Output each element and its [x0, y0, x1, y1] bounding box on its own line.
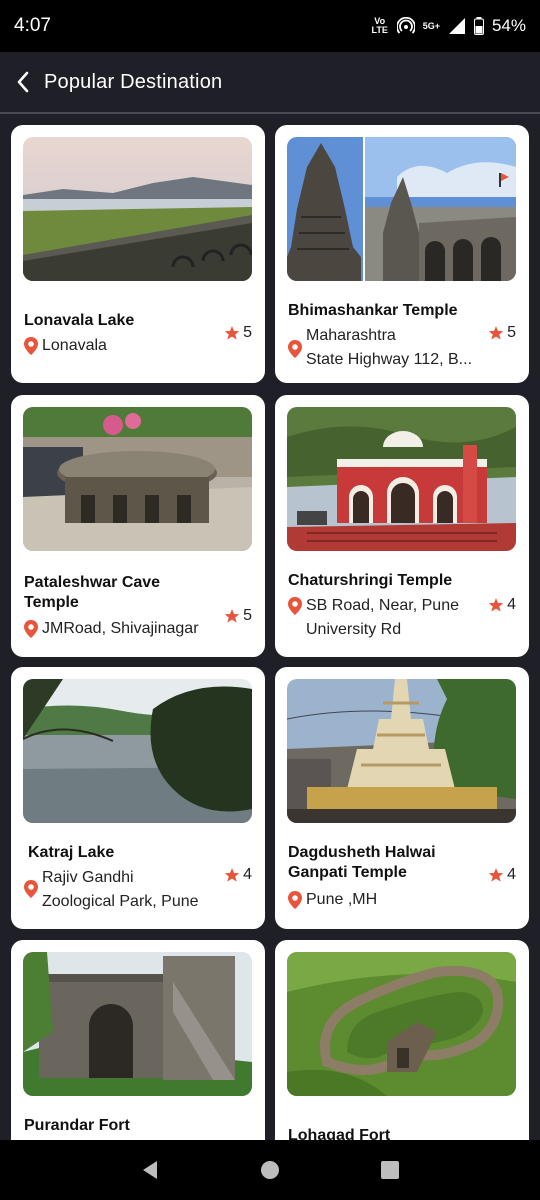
- destination-name: Lonavala Lake: [24, 312, 135, 329]
- chevron-left-icon: [17, 71, 29, 93]
- destination-name: Chaturshringi Temple: [288, 572, 453, 589]
- rating-value: 4: [243, 866, 252, 883]
- destination-name: Lohagad Fort: [288, 1127, 391, 1140]
- location-text: JMRoad, Shivajinagar: [42, 620, 199, 637]
- destination-location: SB Road, Near, Pune University Rd: [288, 594, 478, 642]
- hotspot-icon: [396, 17, 415, 34]
- location-text: Pune ,MH: [306, 891, 378, 908]
- rating-value: 5: [243, 607, 252, 624]
- destination-image: [287, 952, 516, 1096]
- location-pin-icon: [24, 620, 38, 638]
- location-pin-icon: [288, 340, 302, 358]
- star-icon: [224, 609, 240, 623]
- destination-name: Katraj Lake: [28, 844, 115, 861]
- destination-location: Rajiv Gandhi Zoological Park, Pune: [24, 866, 214, 914]
- rating: 5: [224, 607, 252, 625]
- star-icon: [488, 868, 504, 882]
- nav-recents-icon[interactable]: [379, 1159, 401, 1181]
- battery-percent: 54%: [491, 16, 526, 35]
- destination-image: [23, 137, 252, 281]
- location-text: Rajiv Gandhi Zoological Park, Pune: [42, 869, 199, 910]
- destination-name: Bhimashankar Temple: [288, 302, 458, 319]
- destination-image: [23, 952, 252, 1096]
- battery-icon: [473, 17, 484, 35]
- rating-value: 5: [243, 324, 252, 341]
- location-pin-icon: [288, 891, 302, 909]
- network-type: 5G+: [422, 20, 440, 31]
- destination-card[interactable]: Chaturshringi Temple SB Road, Near, Pune…: [275, 395, 529, 657]
- page-title: Popular Destination: [44, 70, 223, 93]
- rating: 4: [488, 596, 516, 614]
- rating-value: 4: [507, 596, 516, 613]
- destination-location: Maharashtra State Highway 112, B...: [288, 324, 478, 372]
- nav-back-icon[interactable]: [139, 1159, 161, 1181]
- destination-image: [287, 679, 516, 823]
- rating: 4: [224, 866, 252, 884]
- rating-value: 4: [507, 866, 516, 883]
- location-pin-icon: [24, 337, 38, 355]
- rating: 4: [488, 866, 516, 884]
- back-button[interactable]: [10, 68, 36, 96]
- location-text: SB Road, Near, Pune University Rd: [306, 597, 459, 638]
- destination-grid[interactable]: Lonavala Lake Lonavala 5 Bhimashankar Te…: [0, 114, 540, 1140]
- status-bar: 4:07 Vo LTE 5G+ 54%: [0, 0, 540, 52]
- destination-image: [287, 407, 516, 551]
- star-icon: [224, 326, 240, 340]
- destination-card[interactable]: Pataleshwar Cave Temple JMRoad, Shivajin…: [11, 395, 265, 657]
- status-time: 4:07: [14, 15, 51, 36]
- destination-name: Purandar Fort: [24, 1117, 130, 1134]
- destination-location: Pune ,MH: [288, 888, 478, 912]
- star-icon: [488, 326, 504, 340]
- destination-card[interactable]: Katraj Lake Rajiv Gandhi Zoological Park…: [11, 667, 265, 929]
- star-icon: [488, 598, 504, 612]
- app-bar: Popular Destination: [0, 52, 540, 112]
- destination-card[interactable]: Bhimashankar Temple Maharashtra State Hi…: [275, 125, 529, 383]
- destination-location: Lonavala: [24, 334, 214, 358]
- destination-image: [23, 679, 252, 823]
- destination-name: Pataleshwar Cave Temple: [24, 574, 161, 611]
- destination-card[interactable]: Purandar Fort: [11, 940, 265, 1140]
- location-text: Lonavala: [42, 337, 107, 354]
- star-icon: [224, 868, 240, 882]
- destination-location: JMRoad, Shivajinagar: [24, 617, 214, 641]
- rating: 5: [224, 324, 252, 342]
- destination-card[interactable]: Dagdusheth Halwai Ganpati Temple Pune ,M…: [275, 667, 529, 929]
- status-icons: Vo LTE 5G+ 54%: [371, 16, 526, 36]
- rating-value: 5: [507, 324, 516, 341]
- system-nav-bar: [0, 1140, 540, 1200]
- nav-home-icon[interactable]: [259, 1159, 281, 1181]
- volte-indicator: Vo LTE: [371, 16, 388, 35]
- destination-name: Dagdusheth Halwai Ganpati Temple: [288, 844, 436, 881]
- destination-card[interactable]: Lonavala Lake Lonavala 5: [11, 125, 265, 383]
- rating: 5: [488, 324, 516, 342]
- destination-card[interactable]: Lohagad Fort: [275, 940, 529, 1140]
- destination-image: [23, 407, 252, 551]
- location-pin-icon: [24, 880, 38, 898]
- location-pin-icon: [288, 597, 302, 615]
- location-text: Maharashtra State Highway 112, B...: [306, 327, 473, 368]
- destination-image: [287, 137, 516, 281]
- signal-icon: [448, 18, 465, 34]
